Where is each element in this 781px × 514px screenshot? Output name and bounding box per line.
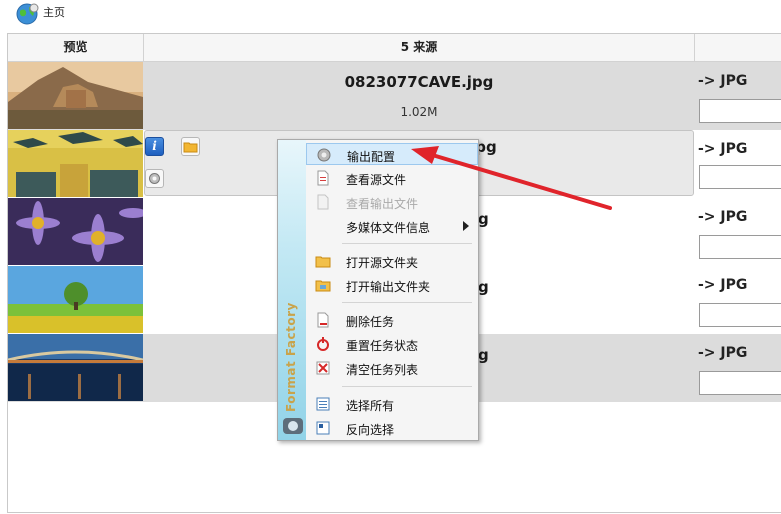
delete-document-icon <box>317 312 329 328</box>
output-path-field[interactable] <box>699 303 781 327</box>
output-path-field[interactable] <box>699 235 781 259</box>
menu-item-open-output-folder[interactable]: 打开输出文件夹 <box>306 274 478 296</box>
menu-item-reset-status[interactable]: 重置任务状态 <box>306 333 478 355</box>
menu-item-clear-list[interactable]: 清空任务列表 <box>306 357 478 379</box>
file-name: g <box>478 346 489 364</box>
menu-item-label: 重置任务状态 <box>346 339 419 353</box>
menu-item-label: 输出配置 <box>347 150 396 164</box>
settings-button[interactable] <box>145 169 164 188</box>
thumbnail-flowers <box>8 198 143 265</box>
menu-item-label: 打开输出文件夹 <box>346 280 431 294</box>
output-format: -> JPG <box>698 277 748 293</box>
menu-item-invert-selection[interactable]: 反向选择 <box>306 417 478 439</box>
open-folder-button[interactable] <box>181 137 200 156</box>
output-path-field[interactable] <box>699 99 781 123</box>
info-button[interactable]: i <box>145 137 164 156</box>
reset-icon <box>317 337 329 351</box>
gear-icon <box>149 173 160 184</box>
select-all-icon <box>316 397 330 411</box>
menu-item-open-source-folder[interactable]: 打开源文件夹 <box>306 250 478 272</box>
menu-item-media-info[interactable]: 多媒体文件信息 <box>306 215 478 237</box>
menu-item-label: 删除任务 <box>346 315 395 329</box>
table-row[interactable]: 0823077CAVE.jpg 1.02M -> JPG <box>8 62 781 130</box>
clear-list-icon <box>316 361 330 375</box>
document-icon <box>317 194 329 210</box>
home-globe-icon[interactable] <box>14 2 40 26</box>
output-format: -> JPG <box>698 209 748 225</box>
output-path-field[interactable] <box>699 371 781 395</box>
thumbnail-bridge <box>8 334 143 401</box>
thumbnail-field <box>8 266 143 333</box>
menu-item-label: 清空任务列表 <box>346 363 419 377</box>
breadcrumb-home[interactable]: 主页 <box>43 4 65 20</box>
folder-icon <box>315 280 331 292</box>
folder-icon <box>183 142 198 153</box>
file-name: g <box>478 278 489 296</box>
menu-item-delete-task[interactable]: 删除任务 <box>306 309 478 331</box>
menu-item-label: 反向选择 <box>346 423 395 437</box>
output-path-field[interactable] <box>699 165 781 189</box>
output-format: -> JPG <box>698 73 748 89</box>
column-header-preview[interactable]: 预览 <box>8 34 144 62</box>
menu-item-label: 多媒体文件信息 <box>346 221 431 235</box>
output-format: -> JPG <box>698 141 748 157</box>
format-factory-logo-icon <box>283 418 303 434</box>
column-header-source[interactable]: 5 来源 <box>144 34 695 62</box>
submenu-arrow-icon <box>463 221 469 231</box>
top-bar: 主页 <box>0 0 781 26</box>
menu-separator <box>342 386 472 387</box>
brand-watermark: Format Factory <box>284 302 298 412</box>
menu-item-label: 选择所有 <box>346 399 395 413</box>
column-header-output[interactable] <box>695 34 781 62</box>
menu-separator <box>342 302 472 303</box>
invert-selection-icon <box>316 421 330 435</box>
thumbnail-castle <box>8 62 143 129</box>
menu-item-label: 打开源文件夹 <box>346 256 419 270</box>
menu-item-select-all[interactable]: 选择所有 <box>306 393 478 415</box>
menu-separator <box>342 243 472 244</box>
annotation-arrow <box>411 146 612 210</box>
file-size: 1.02M <box>400 105 438 119</box>
output-format: -> JPG <box>698 345 748 361</box>
document-icon <box>317 170 329 186</box>
file-name: 0823077CAVE.jpg <box>344 73 494 91</box>
folder-icon <box>315 256 331 268</box>
gear-icon <box>317 148 331 162</box>
thumbnail-windows <box>8 130 143 197</box>
